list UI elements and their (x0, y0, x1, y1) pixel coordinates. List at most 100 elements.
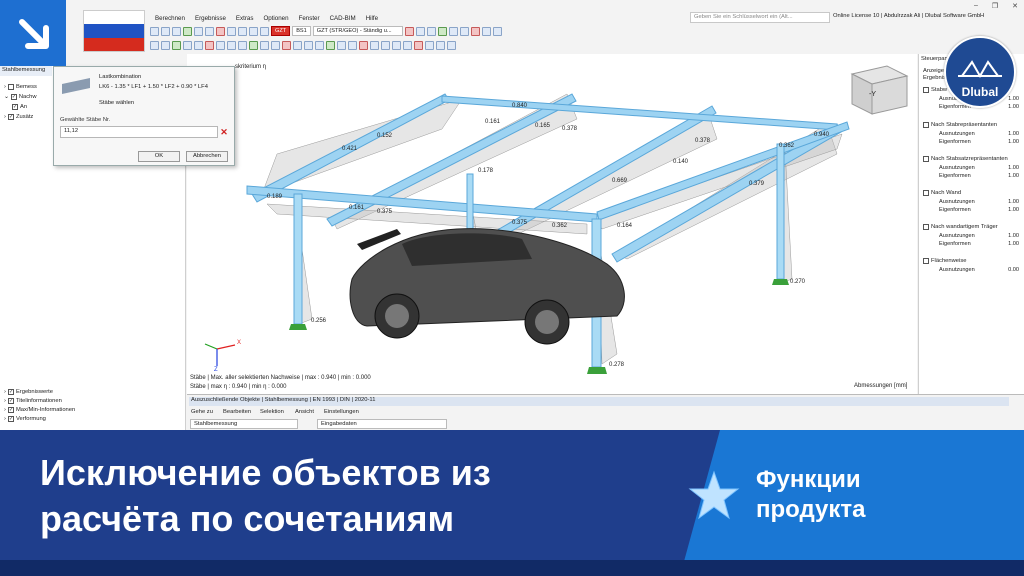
expand-icon[interactable]: › (4, 398, 6, 404)
toolbar-icon[interactable] (415, 26, 425, 36)
menu-optionen[interactable]: Optionen (258, 15, 293, 22)
cancel-button[interactable]: Abbrechen (186, 151, 228, 162)
toolbar-icon[interactable] (304, 40, 313, 50)
toolbar-icon[interactable] (381, 40, 390, 50)
toolbar-icon[interactable] (392, 40, 401, 50)
toolbar-icon[interactable] (216, 26, 225, 36)
toolbar-icon[interactable] (282, 40, 291, 50)
load-case-code[interactable]: BS1 (292, 26, 311, 36)
nav-item[interactable]: › ✓ Ergebniswerte (4, 389, 53, 395)
table-select[interactable]: Eingabedaten (317, 419, 447, 429)
toolbar-icon[interactable] (315, 40, 324, 50)
toolbar-icon[interactable] (172, 40, 181, 50)
nav-item[interactable]: › ✓ Titelinformationen (4, 398, 62, 404)
expand-icon[interactable]: › (4, 114, 6, 120)
menu-extras[interactable]: Extras (231, 15, 259, 22)
toolbar-icon[interactable] (436, 40, 445, 50)
toolbar-icon[interactable] (403, 40, 412, 50)
toolbar-icon[interactable] (337, 40, 346, 50)
toolbar-icon[interactable] (249, 40, 258, 50)
toolbar-icon[interactable] (238, 40, 247, 50)
toolbar-icon[interactable] (470, 26, 480, 36)
toolbar-icon[interactable] (227, 40, 236, 50)
toolbar-icon[interactable] (437, 26, 447, 36)
menu-hilfe[interactable]: Hilfe (361, 15, 383, 22)
toolbar-icon[interactable] (414, 40, 423, 50)
toolbar-icon[interactable] (205, 26, 214, 36)
select-members-label[interactable]: Stäbe wählen (99, 100, 134, 106)
toolbar-icon[interactable] (150, 40, 159, 50)
search-input[interactable]: Geben Sie ein Schlüsselwort ein (Alt... (690, 12, 830, 23)
toolbar-icon[interactable] (238, 26, 247, 36)
toolbar-icon[interactable] (370, 40, 379, 50)
menu-cad-bim[interactable]: CAD-BIM (325, 15, 361, 22)
checkbox[interactable]: ✓ (7, 416, 14, 422)
collapse-icon[interactable]: ⌄ (4, 94, 9, 100)
toolbar-icon[interactable] (194, 40, 203, 50)
menu-ansicht[interactable]: Ansicht (295, 409, 314, 415)
expand-icon[interactable]: › (4, 416, 6, 422)
toolbar-icon[interactable] (271, 40, 280, 50)
checkbox[interactable]: ✓ (7, 114, 14, 120)
nav-item[interactable]: › ✓ Max/Min-Informationen (4, 407, 75, 413)
3d-viewport[interactable]: skriterium η -Y X Z 0.840 0.161 0.165 0.… (187, 54, 917, 394)
checkbox[interactable]: ✓ (7, 407, 14, 413)
menu-einstellungen[interactable]: Einstellungen (324, 409, 359, 415)
toolbar-icon[interactable] (150, 26, 159, 36)
toolbar-icon[interactable] (448, 26, 458, 36)
members-input[interactable]: 11,12 (60, 126, 218, 138)
toolbar-icon[interactable] (161, 40, 170, 50)
checkbox[interactable] (923, 156, 929, 162)
toolbar-icon[interactable] (194, 26, 203, 36)
toolbar-icon[interactable] (348, 40, 357, 50)
clear-icon[interactable]: ✕ (218, 126, 230, 138)
panel-group[interactable]: Flächenweise (923, 258, 966, 264)
close-icon[interactable]: ✕ (1012, 2, 1018, 10)
load-case-select[interactable]: GZT (STR/GEO) - Ständig u... (312, 26, 403, 36)
toolbar-icon[interactable] (161, 26, 170, 36)
checkbox[interactable]: ✓ (7, 398, 14, 404)
toolbar-icon[interactable] (404, 26, 414, 36)
menu-selektion[interactable]: Selektion (260, 409, 284, 415)
expand-icon[interactable]: › (4, 84, 6, 90)
checkbox[interactable]: ✓ (10, 94, 17, 100)
menu-gehe-zu[interactable]: Gehe zu (191, 409, 213, 415)
view-cube[interactable] (850, 65, 909, 115)
menu-ergebnisse[interactable]: Ergebnisse (190, 15, 231, 22)
panel-group[interactable]: Nach wandartigem Träger (923, 224, 998, 230)
toolbar-icon[interactable] (481, 26, 491, 36)
toolbar-icon[interactable] (227, 26, 236, 36)
nav-item[interactable]: ⌄ ✓ Nachw (4, 94, 37, 100)
nav-item[interactable]: › ✓ Zusätz (4, 114, 33, 120)
toolbar-icon[interactable] (425, 40, 434, 50)
panel-group[interactable]: Nach Stabrepräsentanten (923, 122, 997, 128)
toolbar-icon[interactable] (492, 26, 502, 36)
panel-group[interactable]: Nach Stabsatzrepräsentanten (923, 156, 1008, 162)
toolbar-icon[interactable] (260, 40, 269, 50)
checkbox[interactable] (7, 84, 14, 90)
expand-icon[interactable]: › (4, 389, 6, 395)
toolbar-icon[interactable] (260, 26, 269, 36)
toolbar-icon[interactable] (205, 40, 214, 50)
checkbox[interactable] (923, 190, 929, 196)
checkbox[interactable] (923, 87, 929, 93)
module-select[interactable]: Stahlbemessung (190, 419, 298, 429)
minimize-icon[interactable]: – (974, 2, 978, 10)
checkbox[interactable] (923, 122, 929, 128)
toolbar-icon[interactable] (426, 26, 436, 36)
toolbar-icon[interactable] (447, 40, 456, 50)
toolbar-icon[interactable] (183, 40, 192, 50)
toolbar-icon[interactable] (216, 40, 225, 50)
nav-item[interactable]: › Bemess (4, 84, 37, 90)
nav-item[interactable]: › ✓ Verformung (4, 416, 46, 422)
checkbox[interactable]: ✓ (12, 104, 18, 110)
checkbox[interactable]: ✓ (7, 389, 14, 395)
toolbar-icon[interactable] (183, 26, 192, 36)
ok-button[interactable]: OK (138, 151, 180, 162)
toolbar-icon[interactable] (172, 26, 181, 36)
menu-fenster[interactable]: Fenster (294, 15, 325, 22)
panel-group[interactable]: Nach Wand (923, 190, 961, 196)
expand-icon[interactable]: › (4, 407, 6, 413)
panel-group[interactable]: Stabw (923, 87, 947, 93)
checkbox[interactable] (923, 258, 929, 264)
